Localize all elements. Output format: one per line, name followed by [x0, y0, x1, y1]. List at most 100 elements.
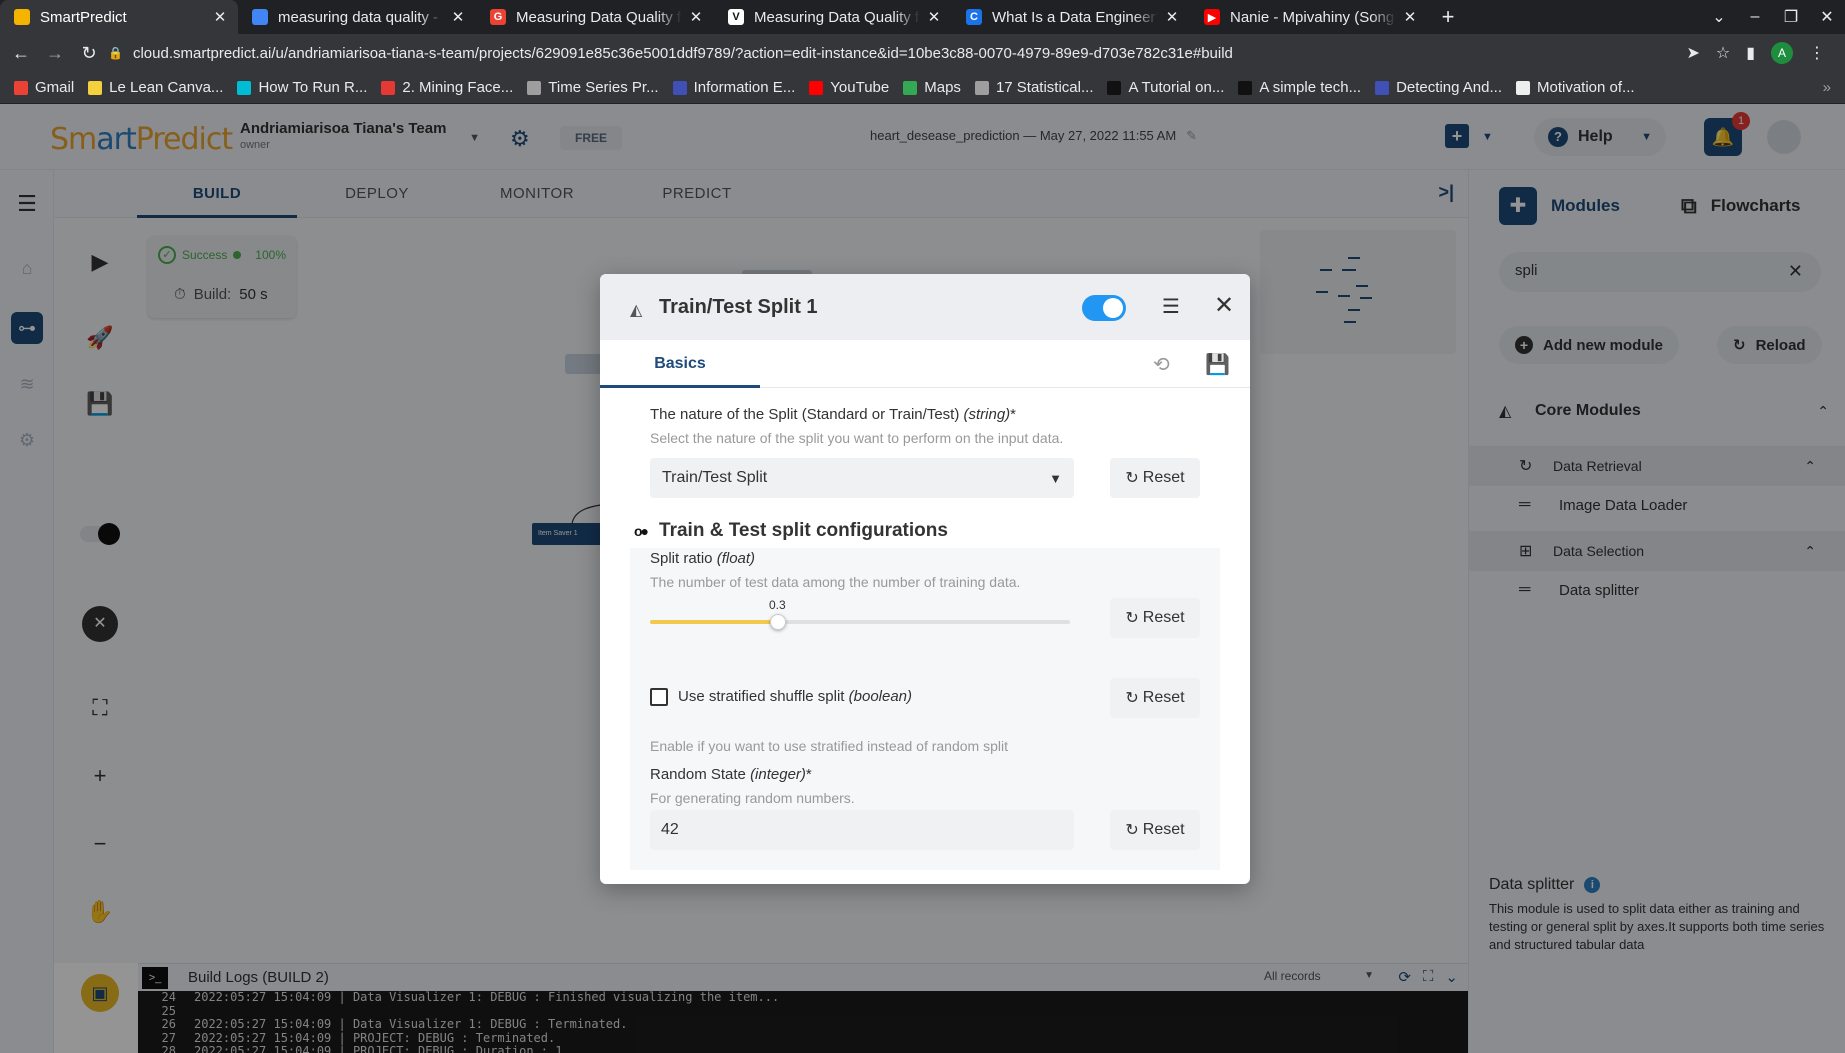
bookmark-item[interactable]: YouTube: [809, 79, 889, 96]
bookmark-favicon-icon: [1375, 80, 1390, 95]
bookmark-item[interactable]: Detecting And...: [1375, 79, 1502, 96]
bookmark-label: Motivation of...: [1537, 79, 1635, 96]
tab-favicon-icon: [14, 9, 30, 25]
shark-icon: ◭: [630, 302, 643, 319]
reset-icon: ↻: [1125, 690, 1139, 707]
bookmark-item[interactable]: Maps: [903, 79, 961, 96]
tab-close-icon[interactable]: ✕: [1402, 8, 1418, 26]
bookmark-item[interactable]: Gmail: [14, 79, 74, 96]
ratio-hint: The number of test data among the number…: [650, 574, 1021, 590]
random-state-label: Random State (integer)*: [650, 766, 812, 783]
forward-icon[interactable]: →: [38, 43, 72, 64]
tab-close-icon[interactable]: ✕: [926, 8, 942, 26]
bookmarks-bar: Gmail Le Lean Canva... How To Run R... 2. M…: [0, 72, 1845, 104]
bookmark-item[interactable]: Le Lean Canva...: [88, 79, 223, 96]
bookmark-label: Le Lean Canva...: [109, 79, 224, 96]
bookmark-label: 17 Statistical...: [995, 79, 1094, 96]
bookmark-favicon-icon: [809, 80, 824, 95]
bookmark-favicon-icon: [527, 80, 542, 95]
browser-tab[interactable]: ▶ Nanie - Mpivahiny (Song C ✕: [1190, 0, 1428, 34]
bookmark-favicon-icon: [1107, 80, 1122, 95]
browser-tab[interactable]: SmartPredict ✕: [0, 0, 238, 34]
caret-down-icon: ▼: [1049, 470, 1062, 486]
tab-close-icon[interactable]: ✕: [450, 8, 466, 26]
tab-search-icon[interactable]: ⌄: [1701, 7, 1737, 27]
module-enable-toggle[interactable]: [1082, 295, 1126, 321]
minimize-icon[interactable]: –: [1737, 8, 1773, 26]
more-bookmarks-icon[interactable]: »: [1823, 79, 1831, 96]
tab-close-icon[interactable]: ✕: [688, 8, 704, 26]
bookmark-label: How To Run R...: [258, 79, 368, 96]
bookmark-label: A simple tech...: [1259, 79, 1362, 96]
nature-select[interactable]: Train/Test Split ▼: [650, 458, 1074, 498]
reset-nature-button[interactable]: ↻ Reset: [1110, 458, 1200, 498]
tab-favicon-icon: ▶: [1204, 9, 1220, 25]
bookmark-favicon-icon: [14, 80, 28, 95]
reset-ratio-button[interactable]: ↻ Reset: [1110, 598, 1200, 638]
reset-all-icon[interactable]: ⟲: [1153, 352, 1170, 377]
tab-title: SmartPredict: [40, 8, 127, 26]
tab-basics[interactable]: Basics: [600, 340, 760, 388]
browser-toolbar: ← → ↻ 🔒 cloud.smartpredict.ai/u/andriami…: [0, 34, 1845, 72]
reset-icon: ↻: [1125, 610, 1139, 627]
tab-title: measuring data quality - G: [278, 8, 444, 26]
tab-title: What Is a Data Engineer?:: [992, 8, 1158, 26]
tab-close-icon[interactable]: ✕: [1164, 8, 1180, 26]
browser-tab[interactable]: V Measuring Data Quality fo ✕: [714, 0, 952, 34]
random-state-hint: For generating random numbers.: [650, 790, 855, 806]
stratified-label: Use stratified shuffle split (boolean): [678, 688, 913, 705]
browser-menu-icon[interactable]: ⋮: [1809, 43, 1825, 63]
send-icon[interactable]: ➤: [1686, 43, 1699, 63]
browser-tab[interactable]: G Measuring Data Quality fo ✕: [476, 0, 714, 34]
profile-avatar[interactable]: A: [1771, 42, 1793, 64]
browser-tab[interactable]: C What Is a Data Engineer?: ✕: [952, 0, 1190, 34]
tab-title: Measuring Data Quality fo: [516, 8, 682, 26]
module-settings-modal: ◭ Train/Test Split 1 ☰ ✕ Basics ⟲ 💾 The …: [600, 274, 1250, 884]
bookmark-label: Maps: [924, 79, 961, 96]
bookmark-label: YouTube: [830, 79, 890, 96]
stratified-hint: Enable if you want to use stratified ins…: [650, 738, 1008, 754]
browser-tab-strip: SmartPredict ✕ measuring data quality - G ✕…: [0, 0, 1845, 34]
bookmark-star-icon[interactable]: ☆: [1716, 43, 1730, 63]
close-window-icon[interactable]: ✕: [1809, 7, 1845, 27]
browser-tab[interactable]: measuring data quality - G ✕: [238, 0, 476, 34]
split-ratio-slider[interactable]: 0.3: [650, 598, 1070, 630]
bookmark-item[interactable]: A simple tech...: [1238, 79, 1361, 96]
reset-random-state-button[interactable]: ↻ Reset: [1110, 810, 1200, 850]
close-icon[interactable]: ✕: [1214, 291, 1234, 320]
bookmark-label: Information E...: [693, 79, 796, 96]
bookmark-item[interactable]: Motivation of...: [1516, 79, 1635, 96]
modal-tabs: Basics ⟲ 💾: [600, 340, 1250, 388]
new-tab-icon[interactable]: +: [1428, 4, 1468, 30]
section-title[interactable]: o● Train & Test split configurations: [634, 520, 948, 542]
menu-collapse-icon[interactable]: ☰: [1162, 294, 1180, 319]
bookmark-item[interactable]: How To Run R...: [237, 79, 367, 96]
lock-icon: 🔒: [108, 46, 123, 60]
reload-icon[interactable]: ↻: [72, 43, 106, 64]
tab-favicon-icon: V: [728, 9, 744, 25]
bookmark-item[interactable]: A Tutorial on...: [1107, 79, 1224, 96]
bookmark-favicon-icon: [974, 80, 989, 95]
reset-stratified-button[interactable]: ↻ Reset: [1110, 678, 1200, 718]
tab-close-icon[interactable]: ✕: [212, 8, 228, 26]
slider-thumb[interactable]: [770, 614, 786, 630]
slider-value: 0.3: [769, 598, 786, 612]
address-bar[interactable]: 🔒 cloud.smartpredict.ai/u/andriamiarisoa…: [108, 34, 1748, 72]
random-state-input[interactable]: [650, 810, 1074, 850]
bookmark-label: Gmail: [35, 79, 75, 96]
bookmark-item[interactable]: Information E...: [672, 79, 796, 96]
restore-icon[interactable]: ❐: [1773, 7, 1809, 27]
bookmark-item[interactable]: 2. Mining Face...: [381, 79, 513, 96]
slider-fill: [650, 620, 778, 624]
back-icon[interactable]: ←: [4, 43, 38, 64]
bookmark-item[interactable]: Time Series Pr...: [527, 79, 659, 96]
tab-title: Nanie - Mpivahiny (Song C: [1230, 8, 1396, 26]
nature-label: The nature of the Split (Standard or Tra…: [650, 406, 1017, 423]
side-panel-icon[interactable]: ▮: [1746, 43, 1755, 63]
bookmark-favicon-icon: [1238, 80, 1253, 95]
stratified-checkbox[interactable]: [650, 688, 668, 706]
bookmark-item[interactable]: 17 Statistical...: [974, 79, 1094, 96]
save-icon[interactable]: 💾: [1205, 352, 1230, 377]
bookmark-label: 2. Mining Face...: [402, 79, 514, 96]
bookmark-favicon-icon: [672, 80, 687, 95]
